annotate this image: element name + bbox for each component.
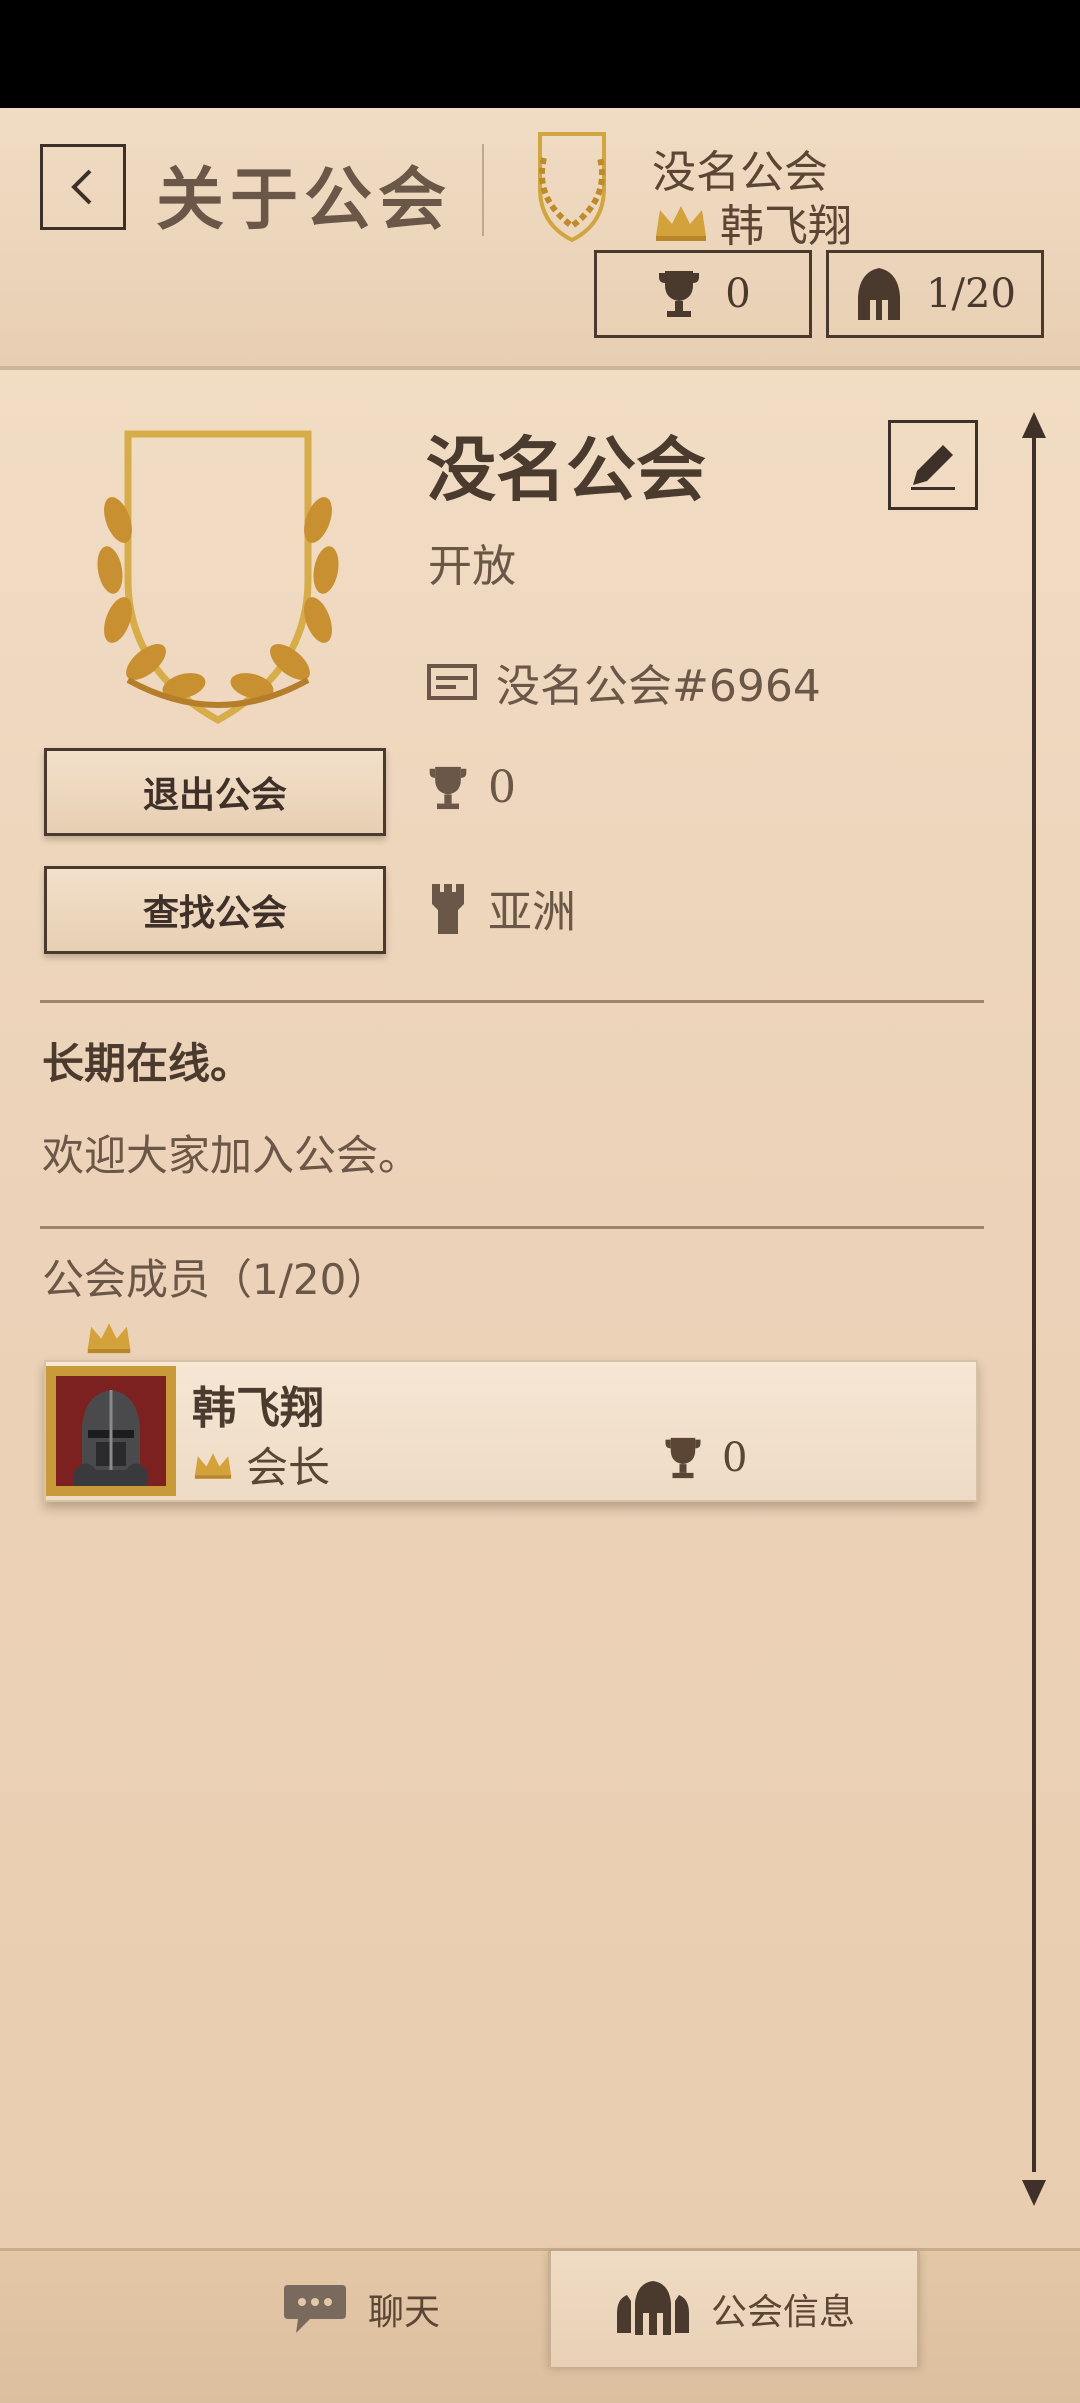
member-list-item[interactable]: 韩飞翔 会长 0 [44,1323,978,1502]
tab-chat-label: 聊天 [367,2292,440,2333]
header-leader: 韩飞翔 [652,190,852,254]
id-card-icon [427,664,477,700]
guild-status: 开放 [428,541,516,592]
divider [40,1226,984,1229]
tab-guild-info[interactable]: 公会信息 [548,2251,920,2367]
trophy-icon [659,271,700,317]
guild-info-panel: 没名公会 开放 没名公会#6964 0 亚洲 退出公会 查找公会 长期在线。 欢… [0,370,1080,2248]
tower-icon [432,884,464,934]
crown-icon [656,206,706,241]
header: 关于公会 没名公会 韩飞翔 0 1/20 [0,108,1080,370]
back-button[interactable] [40,144,126,230]
header-trophy-count: 0 [725,271,751,317]
guild-trophy-row: 0 [426,762,516,813]
member-trophy-count: 0 [722,1435,748,1481]
trophy-icon [665,1437,701,1479]
helmet-icon [858,268,901,320]
divider [40,1000,984,1003]
avatar[interactable] [46,1366,176,1496]
guild-name: 没名公会 [426,429,706,511]
scroll-down-arrow-icon [1022,2180,1046,2206]
header-member-count: 1/20 [926,271,1016,317]
page-title: 关于公会 [156,161,453,240]
tab-guild-info-label: 公会信息 [710,2292,855,2333]
edit-button[interactable] [888,420,978,510]
guild-region: 亚洲 [488,887,576,938]
knight-helmet-icon [56,1376,166,1486]
member-role: 会长 [192,1434,330,1495]
pencil-icon [911,445,955,490]
guild-region-row: 亚洲 [426,876,576,940]
crown-icon [194,1452,232,1479]
chat-bubble-icon [283,2285,346,2333]
header-leader-name: 韩飞翔 [720,201,852,252]
guild-description-line1: 长期在线。 [42,1039,253,1088]
guild-trophies: 0 [488,762,516,813]
guild-tag-row: 没名公会#6964 [426,650,821,714]
header-divider [482,144,484,236]
leave-guild-button[interactable]: 退出公会 [44,748,386,836]
scrollbar[interactable] [1032,422,1036,2172]
member-name: 韩飞翔 [192,1383,324,1434]
members-title: 公会成员（1/20） [42,1255,389,1304]
member-role-label: 会长 [246,1443,331,1492]
header-members-box: 1/20 [826,250,1044,338]
chevron-left-icon [71,169,92,205]
crown-icon [87,1323,131,1354]
bottom-nav: 聊天 公会信息 [0,2248,1080,2403]
guild-helmets-icon [616,2281,689,2335]
tab-chat[interactable]: 聊天 [180,2251,540,2367]
header-trophy-box: 0 [594,250,812,338]
member-trophies: 0 [662,1434,747,1482]
guild-tag[interactable]: 没名公会#6964 [496,650,821,714]
trophy-icon [429,766,467,809]
status-bar [0,0,1080,108]
guild-emblem-icon [538,132,606,243]
search-guild-button[interactable]: 查找公会 [44,866,386,954]
guild-emblem-large-icon [97,430,339,725]
guild-description-line2: 欢迎大家加入公会。 [42,1131,421,1180]
